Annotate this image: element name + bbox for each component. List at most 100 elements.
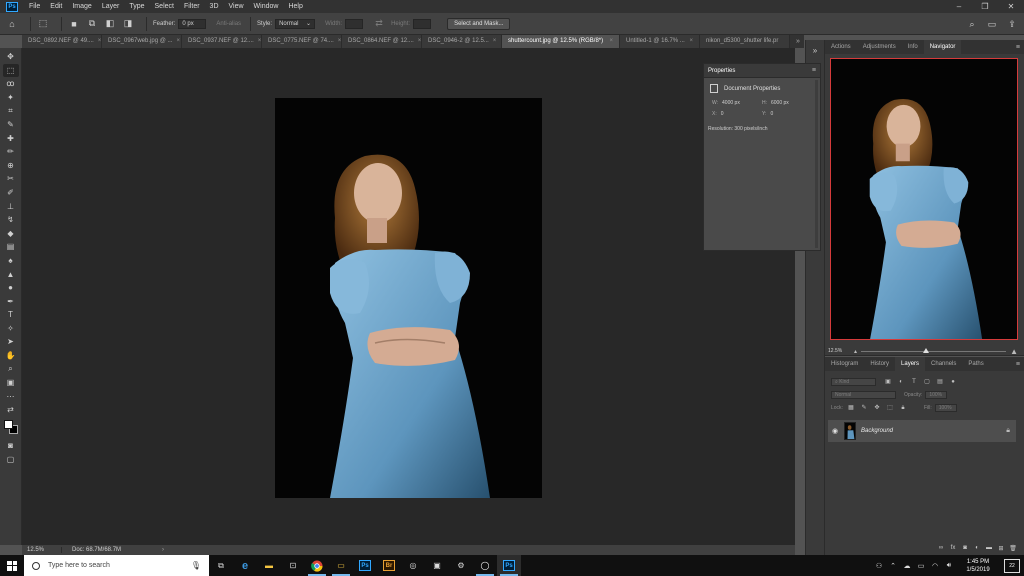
store-icon[interactable]: ⊡ xyxy=(281,555,305,576)
add-selection-icon[interactable]: ⧉ xyxy=(86,18,98,30)
tab-dsc0864[interactable]: DSC_0864.NEF @ 12.... × xyxy=(342,35,422,48)
adjustment-filter-icon[interactable]: ◐ xyxy=(897,378,905,386)
volume-icon[interactable]: 🔊︎ xyxy=(942,562,956,570)
height-value[interactable]: H: 6000 px xyxy=(762,100,812,106)
layer-style-icon[interactable]: fx xyxy=(948,545,958,551)
microphone-icon[interactable]: 🎙︎ xyxy=(191,561,209,570)
photoshop-taskbar-icon[interactable]: Ps xyxy=(353,555,377,576)
tab-nikon-shutter[interactable]: nikon_d5300_shutter life.pr xyxy=(700,35,790,48)
tab-actions[interactable]: Actions xyxy=(825,40,857,54)
path-selection-tool-icon[interactable]: ✧ xyxy=(3,322,19,335)
lock-image-icon[interactable]: ✎ xyxy=(860,404,868,412)
brush-tool-icon[interactable]: ✏ xyxy=(3,145,19,158)
clone-stamp-tool-icon[interactable]: ⊕ xyxy=(3,159,19,172)
default-colors-icon[interactable]: ⇄ xyxy=(3,403,19,416)
quick-mask-icon[interactable]: ◙ xyxy=(3,439,19,452)
tab-dsc0937[interactable]: DSC_0937.NEF @ 12.... × xyxy=(182,35,262,48)
start-button[interactable] xyxy=(0,555,24,576)
restore-button[interactable]: ❐ xyxy=(972,0,998,13)
panel-menu-icon[interactable]: ≡ xyxy=(812,67,816,74)
height-input[interactable] xyxy=(413,18,432,29)
marquee-preset-icon[interactable]: ⬚ xyxy=(37,18,49,30)
tab-untitled1[interactable]: Untitled-1 @ 16.7% ... × xyxy=(620,35,700,48)
antialias-checkbox[interactable]: Anti-alias xyxy=(216,21,241,27)
crop-tool-icon[interactable]: ⌗ xyxy=(3,104,19,117)
fill-input[interactable]: 100% xyxy=(934,403,957,412)
share-icon[interactable]: ⇪ xyxy=(1006,18,1018,30)
menu-view[interactable]: View xyxy=(224,0,249,13)
stamp-tool-icon[interactable]: ⊥ xyxy=(3,200,19,213)
lock-position-icon[interactable]: ✥ xyxy=(873,404,881,412)
sharpen-tool-icon[interactable]: ▲ xyxy=(3,268,19,281)
battery-icon[interactable]: ▭ xyxy=(914,562,928,570)
intersect-selection-icon[interactable]: ◨ xyxy=(122,18,134,30)
width-input[interactable] xyxy=(345,18,364,29)
user-app-icon[interactable]: ◯ xyxy=(473,555,497,576)
taskbar-clock[interactable]: 1:45 PM 1/5/2019 xyxy=(956,558,1000,574)
lasso-tool-icon[interactable]: ꝏ xyxy=(3,77,19,90)
layer-name[interactable]: Background xyxy=(861,428,1006,434)
feather-input[interactable]: 0 px xyxy=(178,18,207,29)
add-mask-icon[interactable]: ◙ xyxy=(960,545,970,551)
show-hidden-icons-icon[interactable]: ⌃ xyxy=(886,562,900,570)
hand-tool-icon[interactable]: ✋ xyxy=(3,349,19,362)
eyedropper-tool-icon[interactable]: ✎ xyxy=(3,118,19,131)
properties-title[interactable]: Properties xyxy=(708,68,735,74)
menu-help[interactable]: Help xyxy=(283,0,307,13)
menu-type[interactable]: Type xyxy=(124,0,149,13)
subtract-selection-icon[interactable]: ◧ xyxy=(104,18,116,30)
close-icon[interactable]: × xyxy=(418,35,421,48)
cloud-icon[interactable]: ☁ xyxy=(900,562,914,570)
lock-transparent-icon[interactable]: ▦ xyxy=(847,404,855,412)
lock-all-icon[interactable]: 🔒︎ xyxy=(899,404,907,412)
camera-app-icon[interactable]: ◎ xyxy=(401,555,425,576)
menu-filter[interactable]: Filter xyxy=(179,0,205,13)
panel-menu-icon[interactable]: ≡ xyxy=(1016,44,1024,51)
zoom-in-icon[interactable]: ▲ xyxy=(1010,347,1018,356)
smart-object-filter-icon[interactable]: ▤ xyxy=(936,378,944,386)
menu-image[interactable]: Image xyxy=(67,0,96,13)
tab-history[interactable]: History xyxy=(864,357,895,371)
menu-3d[interactable]: 3D xyxy=(205,0,224,13)
layer-row-background[interactable]: ◉ Background 🔒︎ xyxy=(828,420,1016,442)
history-brush-tool-icon[interactable]: ✂ xyxy=(3,172,19,185)
gradient-tool-icon[interactable]: ▤ xyxy=(3,240,19,253)
tab-dsc0967[interactable]: DSC_0967web.jpg @ ... × xyxy=(102,35,182,48)
close-icon[interactable]: × xyxy=(338,35,341,48)
dodge-tool-icon[interactable]: ● xyxy=(3,281,19,294)
file-explorer-icon[interactable]: ▬ xyxy=(257,555,281,576)
color-swatches[interactable] xyxy=(3,419,19,437)
zoom-tool-icon[interactable]: ⌕ xyxy=(3,363,19,376)
marquee-tool-icon[interactable]: ⬚ xyxy=(2,63,19,77)
menu-window[interactable]: Window xyxy=(249,0,284,13)
close-icon[interactable]: × xyxy=(493,35,497,48)
move-tool-icon[interactable]: ✥ xyxy=(3,50,19,63)
more-tools-icon[interactable]: ⋯ xyxy=(3,390,19,403)
navigator-preview[interactable] xyxy=(830,58,1018,340)
tab-info[interactable]: Info xyxy=(902,40,924,54)
close-icon[interactable]: × xyxy=(609,35,613,48)
opacity-input[interactable]: 100% xyxy=(925,390,948,399)
navigator-zoom-slider[interactable] xyxy=(861,347,1007,353)
visibility-eye-icon[interactable]: ◉ xyxy=(828,427,842,435)
chrome-icon[interactable] xyxy=(305,555,329,576)
swap-icon[interactable]: ⇄ xyxy=(373,18,385,30)
screen-mode-icon[interactable]: ▢ xyxy=(3,453,19,466)
task-view-icon[interactable]: ⧉ xyxy=(209,555,233,576)
folder-icon[interactable]: ▭ xyxy=(329,555,353,576)
tab-adjustments[interactable]: Adjustments xyxy=(857,40,902,54)
minimize-button[interactable]: – xyxy=(946,0,972,13)
type-tool-icon[interactable]: T xyxy=(3,308,19,321)
collapse-arrows-icon[interactable]: » xyxy=(808,46,822,58)
shape-filter-icon[interactable]: ▢ xyxy=(923,378,931,386)
new-group-icon[interactable]: ▬ xyxy=(984,545,994,551)
close-button[interactable]: ✕ xyxy=(998,0,1024,13)
panel-menu-icon[interactable]: ≡ xyxy=(1016,361,1024,368)
tab-navigator[interactable]: Navigator xyxy=(923,40,962,54)
tab-dsc0946[interactable]: DSC_0946-2 @ 12.5... × xyxy=(422,35,502,48)
menu-layer[interactable]: Layer xyxy=(97,0,125,13)
link-layers-icon[interactable]: ∞ xyxy=(936,545,946,551)
healing-brush-tool-icon[interactable]: ✚ xyxy=(3,132,19,145)
status-menu-arrow[interactable]: › xyxy=(162,547,164,553)
navigator-zoom-value[interactable]: 12.5% xyxy=(828,348,854,354)
